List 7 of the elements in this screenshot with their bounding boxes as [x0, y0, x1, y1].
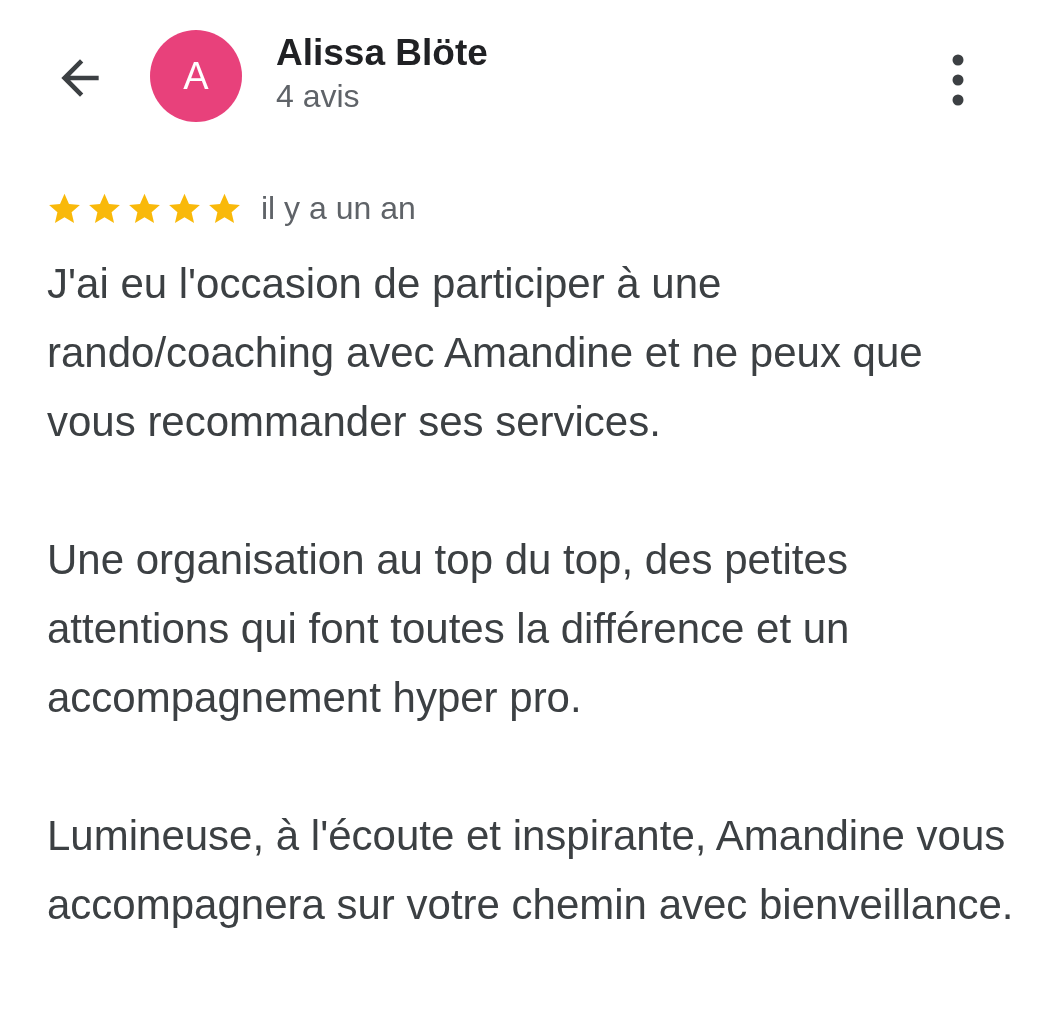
- review-count: 4 avis: [276, 77, 361, 116]
- review-time: il y a un an: [261, 190, 416, 227]
- review-paragraph: Une organisation au top du top, des petites attentions qui font toutes la différence et un accompagnement hyper pro.: [47, 535, 851, 723]
- reviewer-name: Alissa Blöte: [276, 31, 489, 75]
- avatar: A: [150, 30, 242, 122]
- review-paragraph: J'ai eu l'occasion de participer à une rando/coaching avec Amandine et ne peux que vous recommander ses services.: [47, 259, 924, 447]
- review-paragraph: Lumineuse, à l'écoute et inspirante, Amandine vous accompagnera sur votre chemin avec bienveillance.: [47, 811, 1015, 930]
